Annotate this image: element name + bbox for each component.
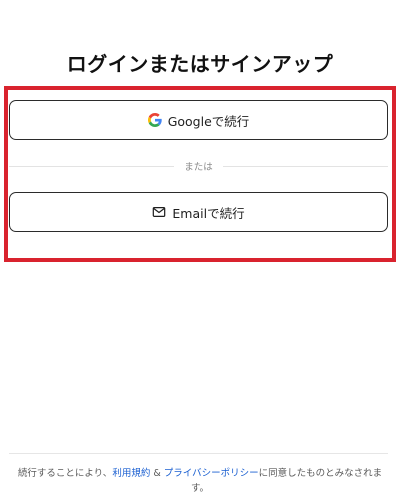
or-divider: または [9, 158, 389, 174]
terms-link[interactable]: 利用規約 [112, 468, 150, 479]
google-button-label: Googleで続行 [167, 113, 250, 129]
legal-notice: 続行することにより、利用規約 & プライバシーポリシーに同意したものとみなされま… [10, 466, 390, 496]
divider-line-left [9, 165, 175, 167]
legal-text-before: 続行することにより、 [17, 468, 113, 479]
login-page: ログインまたはサインアップ Googleで続行 または Emailで続行 続行す… [0, 0, 400, 503]
divider-label: または [184, 162, 213, 173]
footer-divider [9, 453, 388, 454]
google-signin-button[interactable]: Googleで続行 [9, 100, 388, 140]
privacy-policy-link[interactable]: プライバシーポリシー [164, 468, 259, 479]
email-button-label: Emailで続行 [172, 205, 245, 221]
legal-ampersand: & [150, 468, 164, 479]
email-signin-button[interactable]: Emailで続行 [9, 192, 388, 232]
mail-icon [152, 205, 166, 219]
page-title: ログインまたはサインアップ [66, 52, 334, 76]
google-icon [147, 113, 162, 127]
divider-line-right [222, 165, 389, 167]
